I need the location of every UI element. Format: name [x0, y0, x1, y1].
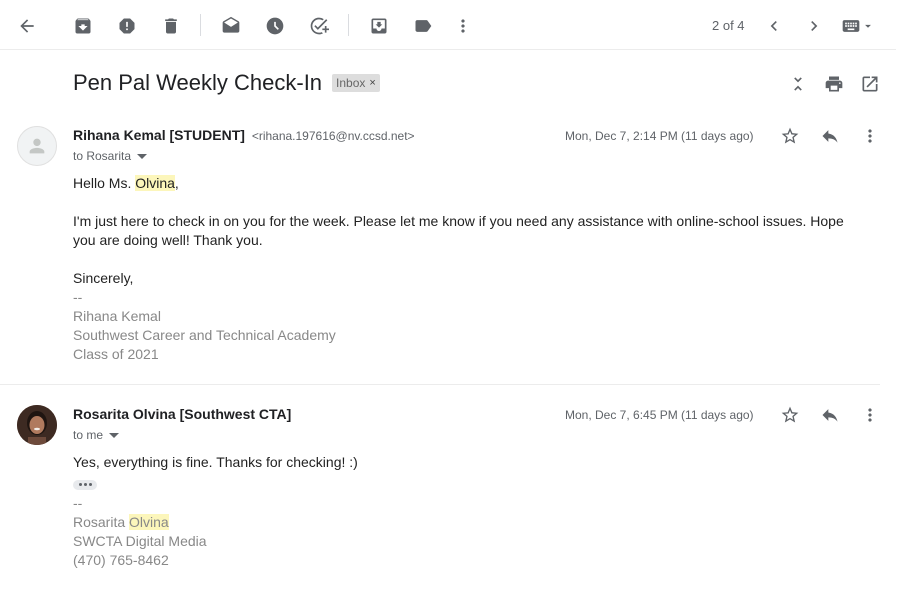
more-vert-icon	[868, 129, 872, 143]
signature-separator: --	[73, 289, 83, 305]
clock-icon	[266, 17, 284, 35]
pager-text: 2 of 4	[712, 18, 745, 33]
message-divider	[0, 384, 880, 385]
caret-down-icon	[109, 432, 120, 438]
newer-button[interactable]	[754, 6, 794, 46]
signature-school: Southwest Career and Technical Academy	[73, 327, 336, 343]
sender-name[interactable]: Rihana Kemal [STUDENT]	[73, 127, 245, 143]
star-button[interactable]	[776, 401, 804, 429]
signature-name: Rosarita Olvina	[73, 513, 863, 532]
print-all-button[interactable]	[816, 64, 852, 104]
toolbar-divider	[348, 14, 349, 36]
label-chip-inbox: Inbox ×	[332, 74, 380, 92]
sender-email: <rihana.197616@nv.ccsd.net>	[251, 129, 415, 143]
remove-label-button[interactable]: ×	[369, 77, 375, 89]
delete-button[interactable]	[151, 6, 191, 46]
message-date: Mon, Dec 7, 2:14 PM (11 days ago)	[565, 129, 754, 143]
report-spam-button[interactable]	[107, 6, 147, 46]
add-to-tasks-button[interactable]	[299, 6, 339, 46]
keyboard-icon	[842, 20, 860, 32]
message-body: Hello Ms. Olvina, I'm just here to check…	[73, 174, 863, 364]
message-date: Mon, Dec 7, 6:45 PM (11 days ago)	[565, 408, 754, 422]
more-vert-icon	[461, 19, 465, 33]
person-icon	[29, 138, 45, 154]
reply-button[interactable]	[816, 401, 844, 429]
search-highlight: Olvina	[135, 175, 175, 191]
trash-icon	[165, 18, 177, 34]
message-more-button[interactable]	[856, 122, 884, 150]
arrow-back-icon	[20, 19, 34, 33]
message-more-button[interactable]	[856, 401, 884, 429]
report-icon	[119, 18, 135, 34]
labels-button[interactable]	[403, 6, 443, 46]
search-highlight: Olvina	[129, 513, 169, 530]
reply-icon	[822, 130, 838, 143]
back-button[interactable]	[7, 6, 47, 46]
star-outline-icon	[781, 406, 799, 423]
collapse-all-button[interactable]	[780, 64, 816, 104]
profile-photo-icon	[17, 405, 57, 445]
reply-icon	[822, 409, 838, 422]
open-new-window-button[interactable]	[852, 64, 888, 104]
sender-line: Rosarita Olvina [Southwest CTA]	[73, 406, 291, 422]
print-icon	[825, 76, 843, 92]
recipients-text: to Rosarita	[73, 149, 132, 163]
signature-phone: (470) 765-8462	[73, 551, 169, 568]
toolbar-divider	[200, 14, 201, 36]
open-in-new-icon	[862, 76, 878, 92]
chevron-left-icon	[770, 21, 777, 31]
closing: Sincerely,	[73, 270, 134, 286]
greeting: Hello Ms. Olvina,	[73, 174, 863, 193]
signature-class: Class of 2021	[73, 346, 159, 362]
dropdown-arrow-icon	[865, 24, 871, 28]
more-options-button[interactable]	[443, 6, 483, 46]
archive-icon	[75, 18, 91, 34]
subject-row: Pen Pal Weekly Check-In Inbox ×	[73, 70, 380, 96]
signature-name: Rihana Kemal	[73, 308, 161, 324]
reply-button[interactable]	[816, 122, 844, 150]
mark-unread-icon	[222, 16, 240, 33]
recipients-text: to me	[73, 428, 104, 442]
snooze-button[interactable]	[255, 6, 295, 46]
label-icon	[415, 20, 432, 32]
move-to-inbox-icon	[371, 18, 387, 34]
mark-unread-button[interactable]	[211, 6, 251, 46]
avatar[interactable]	[17, 405, 57, 445]
email-subject: Pen Pal Weekly Check-In	[73, 70, 323, 95]
chevron-right-icon	[811, 21, 818, 31]
recipients-toggle[interactable]: to me	[73, 428, 120, 442]
caret-down-icon	[137, 153, 148, 159]
unfold-less-icon	[794, 77, 802, 91]
archive-button[interactable]	[63, 6, 103, 46]
sender-name[interactable]: Rosarita Olvina [Southwest CTA]	[73, 406, 291, 422]
move-to-button[interactable]	[359, 6, 399, 46]
message-body: Yes, everything is fine. Thanks for chec…	[73, 453, 863, 570]
older-button[interactable]	[794, 6, 834, 46]
greeting-text: Hello Ms.	[73, 175, 136, 191]
body-paragraph: Yes, everything is fine. Thanks for chec…	[73, 454, 358, 470]
show-trimmed-content-button[interactable]	[73, 479, 97, 490]
signature-org: SWCTA Digital Media	[73, 532, 207, 549]
body-paragraph: I'm just here to check in on you for the…	[73, 213, 844, 248]
star-outline-icon	[781, 127, 799, 144]
avatar[interactable]	[17, 126, 57, 166]
toolbar: 2 of 4	[0, 0, 896, 50]
signature-first-name: Rosarita	[73, 513, 130, 530]
input-tools-button[interactable]	[836, 6, 880, 46]
greeting-punct: ,	[174, 175, 179, 191]
sender-line: Rihana Kemal [STUDENT] <rihana.197616@nv…	[73, 127, 415, 143]
recipients-toggle[interactable]: to Rosarita	[73, 149, 148, 163]
more-vert-icon	[868, 408, 872, 422]
signature-separator: --	[73, 494, 83, 511]
add-task-icon	[310, 17, 329, 35]
star-button[interactable]	[776, 122, 804, 150]
label-chip-text: Inbox	[336, 76, 366, 90]
